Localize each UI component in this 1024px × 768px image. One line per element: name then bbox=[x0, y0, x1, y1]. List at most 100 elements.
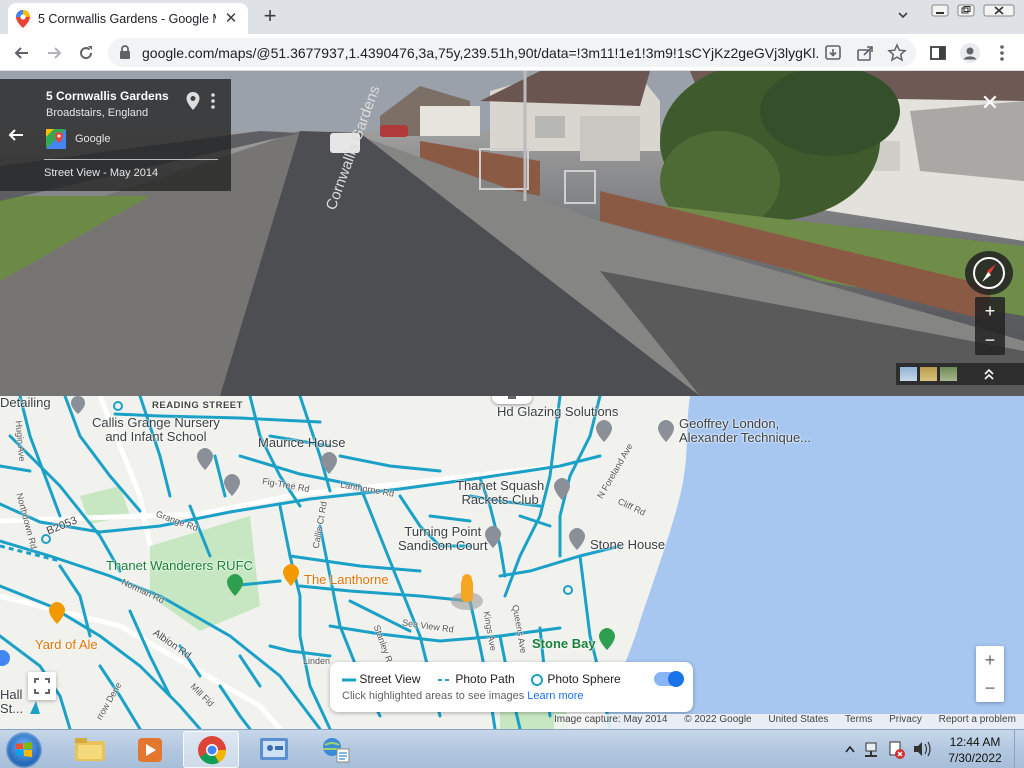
legend-photo-sphere: Photo Sphere bbox=[530, 672, 621, 686]
compass-button[interactable] bbox=[965, 251, 1013, 295]
media-player-icon bbox=[138, 738, 162, 762]
label-hall-st: Hall St... bbox=[0, 687, 24, 716]
label-geoffrey-london: Geoffrey London, Alexander Technique... bbox=[679, 416, 812, 445]
learn-more-link[interactable]: Learn more bbox=[527, 690, 583, 702]
thumbnail-1[interactable] bbox=[900, 367, 917, 381]
split-divider-handle[interactable]: 〓 bbox=[492, 396, 532, 404]
lock-icon[interactable] bbox=[118, 44, 132, 60]
street-view-panorama[interactable]: Cornwallis Gardens 5 Cornwallis Gardens … bbox=[0, 71, 1024, 396]
new-tab-button[interactable]: + bbox=[258, 5, 282, 29]
side-panel-icon[interactable] bbox=[926, 41, 950, 65]
browser-toolbar: google.com/maps/@51.3677937,1.4390476,3a… bbox=[0, 34, 1024, 71]
imagery-strip bbox=[896, 363, 1024, 385]
coverage-legend: Street View Photo Path Photo Sphere Clic… bbox=[330, 662, 693, 712]
photo-sphere-circle-icon bbox=[531, 673, 543, 686]
country-link[interactable]: United States bbox=[768, 714, 828, 725]
label-turning-point: Turning Point Sandison Court bbox=[398, 524, 488, 553]
clock-date: 7/30/2022 bbox=[948, 751, 1002, 765]
zoom-in-button[interactable]: + bbox=[975, 297, 1005, 326]
expand-up-icon[interactable] bbox=[982, 366, 996, 382]
tab-search-chevron-icon[interactable] bbox=[896, 8, 914, 26]
system-tray bbox=[840, 730, 940, 768]
location-card: 5 Cornwallis Gardens Broadstairs, Englan… bbox=[0, 79, 231, 191]
folder-icon bbox=[75, 738, 105, 761]
minimize-window-button[interactable] bbox=[928, 2, 952, 22]
label-callis-grange: Callis Grange Nursery and Infant School bbox=[92, 415, 220, 444]
google-maps-favicon-icon bbox=[16, 9, 30, 28]
map-zoom-in-button[interactable]: + bbox=[976, 646, 1004, 674]
privacy-link[interactable]: Privacy bbox=[889, 714, 922, 725]
legend-photo-path-label: Photo Path bbox=[455, 672, 515, 686]
tab-strip: 5 Cornwallis Gardens - Google M ✕ + bbox=[0, 0, 1024, 34]
action-center-icon[interactable] bbox=[889, 741, 905, 759]
thumbnail-3[interactable] bbox=[940, 367, 957, 381]
clock-time: 12:44 AM bbox=[949, 735, 1001, 749]
control-panel-icon bbox=[260, 738, 288, 760]
tab-close-icon[interactable]: ✕ bbox=[222, 10, 240, 28]
close-window-button[interactable] bbox=[982, 2, 1016, 22]
tray-expand-icon[interactable] bbox=[845, 745, 855, 753]
location-title: 5 Cornwallis Gardens bbox=[46, 89, 169, 103]
address-bar[interactable]: google.com/maps/@51.3677937,1.4390476,3a… bbox=[108, 38, 916, 67]
label-stone-bay: Stone Bay bbox=[532, 636, 596, 651]
tab-title: 5 Cornwallis Gardens - Google M bbox=[38, 11, 216, 26]
back-button[interactable] bbox=[10, 41, 34, 65]
fullscreen-icon bbox=[34, 678, 50, 694]
globe-checklist-icon bbox=[323, 738, 350, 763]
show-desktop-button[interactable] bbox=[1014, 730, 1024, 768]
browser-menu-icon[interactable] bbox=[990, 41, 1014, 65]
windows-taskbar: 12:44 AM 7/30/2022 bbox=[0, 729, 1024, 768]
legend-hint: Click highlighted areas to see images Le… bbox=[342, 690, 584, 702]
map-zoom-control: + − bbox=[976, 646, 1004, 702]
install-app-icon[interactable] bbox=[822, 42, 844, 64]
more-options-icon[interactable] bbox=[208, 91, 218, 111]
label-thanet-squash: Thanet Squash Rackets Club bbox=[456, 478, 545, 507]
label-hd-glazing: Hd Glazing Solutions bbox=[497, 404, 619, 419]
thumbnail-2[interactable] bbox=[920, 367, 937, 381]
card-divider bbox=[44, 159, 218, 160]
map-zoom-out-button[interactable]: − bbox=[976, 674, 1004, 702]
terms-link[interactable]: Terms bbox=[845, 714, 872, 725]
start-button[interactable] bbox=[6, 732, 42, 768]
street-view-zoom-control: + − bbox=[975, 297, 1005, 355]
taskbar-chrome[interactable] bbox=[183, 731, 239, 768]
fullscreen-button[interactable] bbox=[28, 672, 56, 700]
volume-icon[interactable] bbox=[914, 741, 931, 757]
report-problem-link[interactable]: Report a problem bbox=[939, 714, 1016, 725]
label-the-lanthorne: The Lanthorne bbox=[304, 572, 389, 587]
browser-tab[interactable]: 5 Cornwallis Gardens - Google M ✕ bbox=[8, 3, 248, 34]
legend-photo-path: Photo Path bbox=[438, 672, 515, 686]
taskbar-network-tool[interactable] bbox=[308, 731, 364, 768]
label-detailing: Detailing bbox=[0, 396, 51, 410]
url-text: google.com/maps/@51.3677937,1.4390476,3a… bbox=[142, 45, 818, 61]
zoom-out-button[interactable]: − bbox=[975, 326, 1005, 355]
bookmark-star-icon[interactable] bbox=[886, 42, 908, 64]
back-arrow-icon[interactable] bbox=[0, 79, 32, 191]
label-maurice-house: Maurice House bbox=[258, 435, 346, 450]
taskbar-explorer[interactable] bbox=[62, 731, 118, 768]
label-yard-of-ale: Yard of Ale bbox=[35, 637, 98, 652]
legend-street-view-label: Street View bbox=[359, 672, 421, 686]
image-capture-text: Image capture: May 2014 bbox=[554, 714, 668, 725]
restore-window-button[interactable] bbox=[954, 2, 978, 22]
label-stone-house: Stone House bbox=[590, 537, 666, 552]
taskbar-control-panel[interactable] bbox=[246, 731, 302, 768]
share-icon[interactable] bbox=[854, 42, 876, 64]
toggle-knob bbox=[668, 671, 684, 687]
forward-button[interactable] bbox=[42, 41, 66, 65]
label-thanet-wanderers: Thanet Wanderers RUFC bbox=[106, 558, 253, 573]
chrome-icon bbox=[198, 736, 227, 765]
map-view[interactable]: 〓 READING STREET Detailing Callis Grange… bbox=[0, 396, 1024, 729]
location-pin-icon[interactable] bbox=[185, 91, 201, 111]
close-street-view-button[interactable]: ✕ bbox=[980, 92, 1000, 114]
taskbar-clock[interactable]: 12:44 AM 7/30/2022 bbox=[940, 734, 1010, 766]
label-reading-street: READING STREET bbox=[152, 400, 243, 411]
profile-avatar-icon[interactable] bbox=[958, 41, 982, 65]
reload-button[interactable] bbox=[74, 41, 98, 65]
network-icon[interactable] bbox=[865, 742, 877, 757]
map-attribution: Image capture: May 2014 © 2022 Google Un… bbox=[554, 714, 1024, 729]
street-view-line-icon bbox=[342, 678, 356, 682]
taskbar-media-player[interactable] bbox=[122, 731, 178, 768]
coverage-toggle[interactable] bbox=[654, 671, 684, 687]
legend-photo-sphere-label: Photo Sphere bbox=[547, 672, 621, 686]
